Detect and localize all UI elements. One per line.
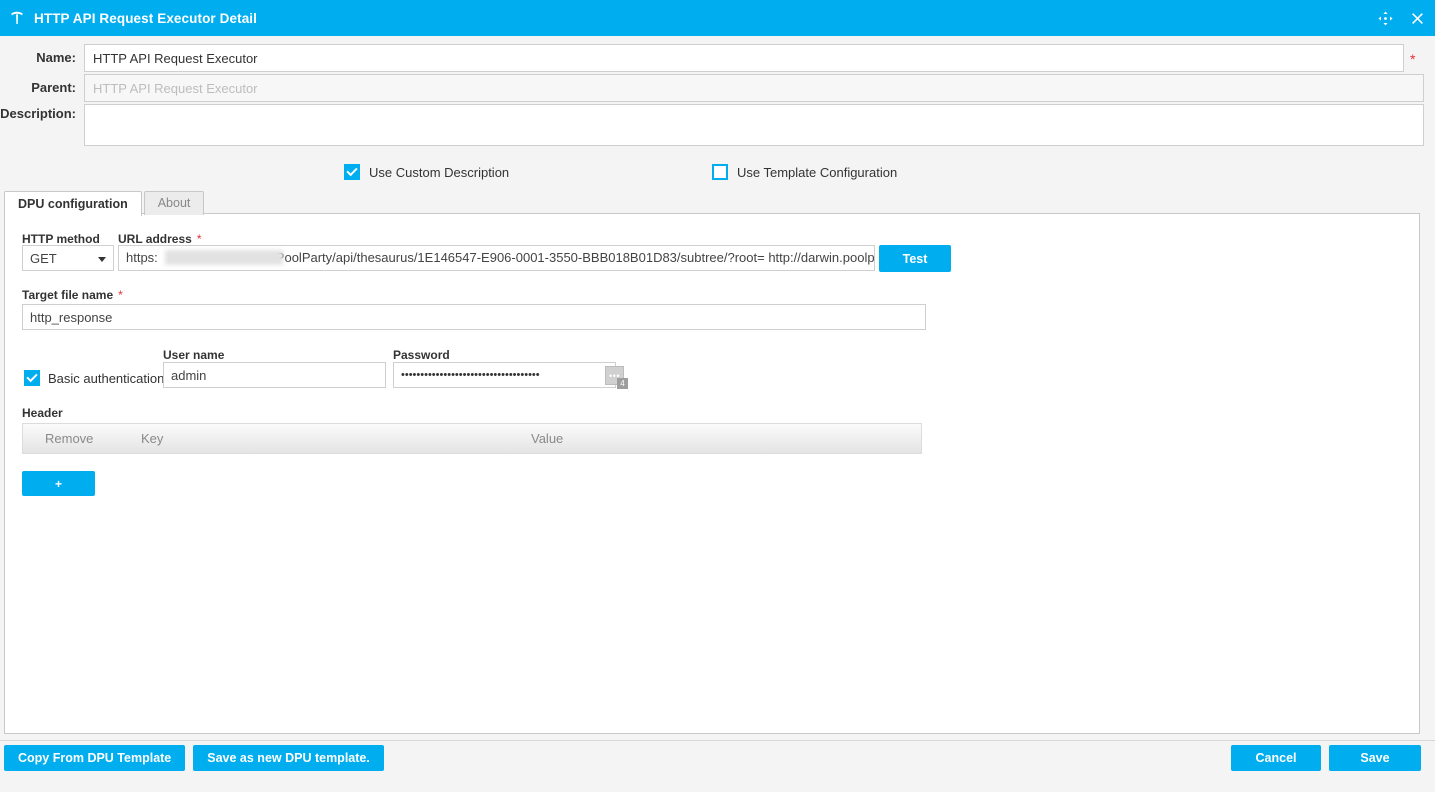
parent-label: Parent:: [31, 80, 76, 95]
password-field-wrap: •••••••••••••••••••••••••••••••••••• •••…: [393, 362, 628, 389]
target-file-name-label-wrap: Target file name *: [22, 288, 123, 302]
user-name-label: User name: [163, 348, 225, 362]
http-method-value: GET: [30, 251, 57, 266]
column-header-remove: Remove: [45, 431, 94, 446]
add-header-button[interactable]: +: [22, 471, 95, 496]
footer-right-buttons: Cancel Save: [1231, 745, 1421, 771]
name-required-asterisk: *: [1410, 51, 1416, 67]
parent-input: [84, 74, 1424, 102]
test-button[interactable]: Test: [879, 245, 951, 272]
column-header-value: Value: [531, 431, 564, 446]
http-method-label: HTTP method: [22, 232, 100, 246]
window-title: HTTP API Request Executor Detail: [34, 10, 258, 26]
tab-dpu-configuration[interactable]: DPU configuration: [4, 191, 142, 216]
footer-left-buttons: Copy From DPU Template Save as new DPU t…: [4, 745, 384, 771]
column-header-key: Key: [141, 431, 164, 446]
top-form: Name: * Parent: Description:: [0, 36, 1435, 148]
window-controls: [1375, 0, 1427, 36]
dialog-footer: Copy From DPU Template Save as new DPU t…: [0, 740, 1435, 792]
url-address-suffix: PoolParty/api/thesaurus/1E146547-E906-00…: [275, 250, 875, 265]
header-section-label: Header: [22, 406, 63, 420]
url-address-field[interactable]: https: PoolParty/api/thesaurus/1E146547-E…: [118, 245, 875, 271]
description-label: Description:: [0, 106, 76, 121]
tab-bar: DPU configuration About: [4, 190, 206, 216]
basic-authentication-label: Basic authentication: [48, 370, 165, 386]
save-button[interactable]: Save: [1329, 745, 1421, 771]
use-template-configuration-label: Use Template Configuration: [737, 164, 898, 180]
http-method-select[interactable]: GET: [22, 245, 114, 271]
use-template-configuration-checkbox-row[interactable]: Use Template Configuration: [712, 164, 897, 180]
header-table-head: Remove Key Value: [23, 424, 921, 453]
pickaxe-icon: [0, 0, 34, 36]
url-address-label-wrap: URL address *: [118, 232, 201, 246]
basic-authentication-checkbox-row[interactable]: Basic authentication: [24, 370, 164, 386]
target-file-name-input[interactable]: [22, 304, 926, 330]
dialog-window: HTTP API Request Executor Detail Name: *: [0, 0, 1435, 792]
keyboard-icon[interactable]: ••• 4: [605, 366, 628, 389]
target-file-name-required-asterisk: *: [118, 288, 123, 302]
dpu-configuration-panel: HTTP method URL address * GET https: Pool…: [4, 213, 1420, 734]
target-file-name-label: Target file name: [22, 288, 114, 302]
password-input[interactable]: ••••••••••••••••••••••••••••••••••••: [393, 362, 616, 388]
keyboard-badge: 4: [617, 378, 628, 389]
use-template-configuration-checkbox[interactable]: [712, 164, 728, 180]
name-input[interactable]: [84, 44, 1404, 72]
chevron-down-icon: [98, 257, 106, 262]
description-row: Description:: [0, 104, 1435, 146]
save-as-new-dpu-template-button[interactable]: Save as new DPU template.: [193, 745, 384, 771]
url-redaction-overlay: [165, 250, 283, 265]
cancel-button[interactable]: Cancel: [1231, 745, 1321, 771]
url-address-prefix: https:: [126, 250, 158, 265]
basic-authentication-checkbox[interactable]: [24, 370, 40, 386]
url-address-required-asterisk: *: [196, 232, 202, 246]
use-custom-description-label: Use Custom Description: [369, 164, 510, 180]
user-name-input[interactable]: [163, 362, 386, 388]
name-label: Name:: [36, 50, 76, 65]
parent-row: Parent:: [0, 74, 1435, 102]
header-table: Remove Key Value: [22, 423, 922, 454]
password-label: Password: [393, 348, 450, 362]
description-textarea[interactable]: [84, 104, 1424, 146]
close-icon[interactable]: [1407, 8, 1427, 28]
url-address-label: URL address: [118, 232, 192, 246]
use-custom-description-checkbox-row[interactable]: Use Custom Description: [344, 164, 509, 180]
copy-from-dpu-template-button[interactable]: Copy From DPU Template: [4, 745, 186, 771]
window-titlebar: HTTP API Request Executor Detail: [0, 0, 1435, 36]
name-row: Name: *: [0, 44, 1435, 72]
use-custom-description-checkbox[interactable]: [344, 164, 360, 180]
tab-about[interactable]: About: [143, 191, 205, 215]
move-icon[interactable]: [1375, 8, 1395, 28]
